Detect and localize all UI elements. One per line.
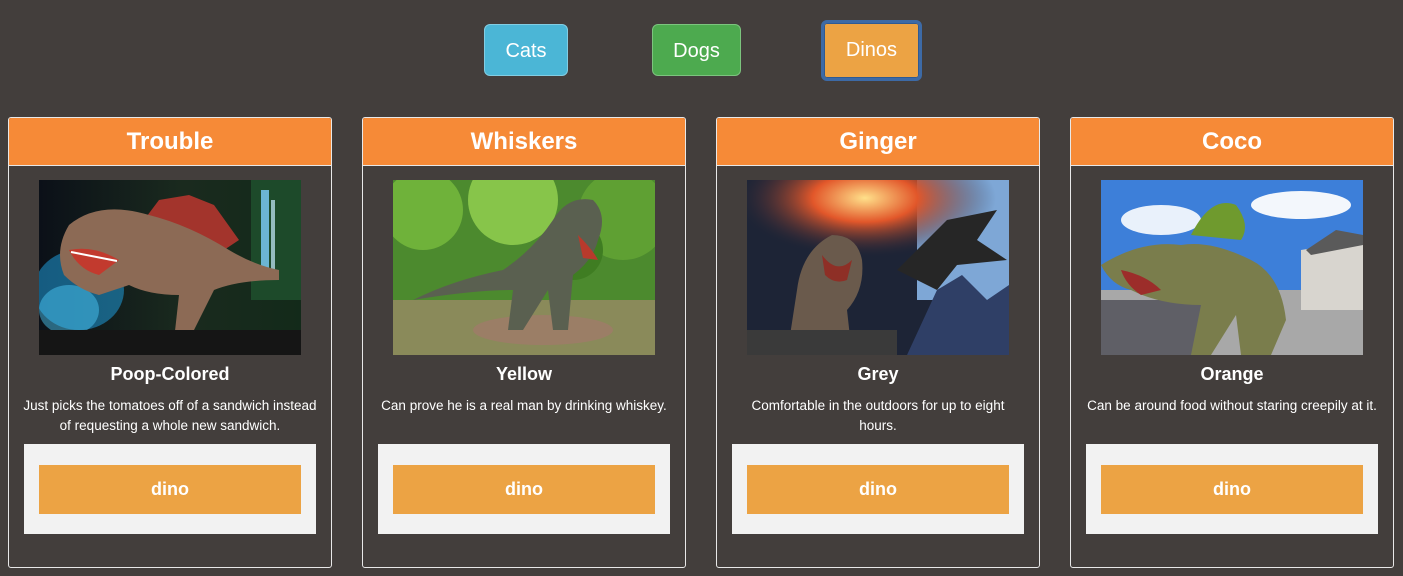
- pet-name: Coco: [1071, 118, 1393, 166]
- dino-photo: [39, 180, 301, 355]
- card-footer: dino: [732, 444, 1024, 534]
- dinos-filter-button[interactable]: Dinos: [821, 20, 922, 81]
- filter-bar: Cats Dogs Dinos: [0, 0, 1403, 100]
- pet-name: Ginger: [717, 118, 1039, 166]
- dogs-filter-button[interactable]: Dogs: [652, 24, 741, 76]
- pet-color: Yellow: [495, 364, 553, 384]
- cats-filter-button[interactable]: Cats: [484, 24, 568, 76]
- pet-color: Poop-Colored: [110, 364, 230, 384]
- pet-description: Just picks the tomatoes off of a sandwic…: [23, 398, 317, 433]
- pet-type-button[interactable]: dino: [39, 465, 301, 514]
- pet-type-button[interactable]: dino: [393, 465, 655, 514]
- pet-type-button[interactable]: dino: [747, 465, 1009, 514]
- pet-color: Grey: [857, 364, 899, 384]
- pet-card: Ginger Grey Comfortable in the outdoors …: [716, 117, 1040, 568]
- pet-color: Orange: [1200, 364, 1264, 384]
- pet-card: Whiskers Yellow Can prove he is a real m…: [362, 117, 686, 568]
- pet-name: Whiskers: [363, 118, 685, 166]
- card-footer: dino: [378, 444, 670, 534]
- pet-name: Trouble: [9, 118, 331, 166]
- dino-photo: [1101, 180, 1363, 355]
- card-footer: dino: [1086, 444, 1378, 534]
- pet-card: Trouble Poop-Colored Just picks the toma…: [8, 117, 332, 568]
- dino-photo: [747, 180, 1009, 355]
- dino-photo: [393, 180, 655, 355]
- pet-description: Comfortable in the outdoors for up to ei…: [751, 398, 1005, 433]
- pet-type-button[interactable]: dino: [1101, 465, 1363, 514]
- pet-description: Can prove he is a real man by drinking w…: [381, 398, 667, 413]
- card-footer: dino: [24, 444, 316, 534]
- pet-card: Coco Orange Can be around food without s…: [1070, 117, 1394, 568]
- pet-description: Can be around food without staring creep…: [1087, 398, 1377, 413]
